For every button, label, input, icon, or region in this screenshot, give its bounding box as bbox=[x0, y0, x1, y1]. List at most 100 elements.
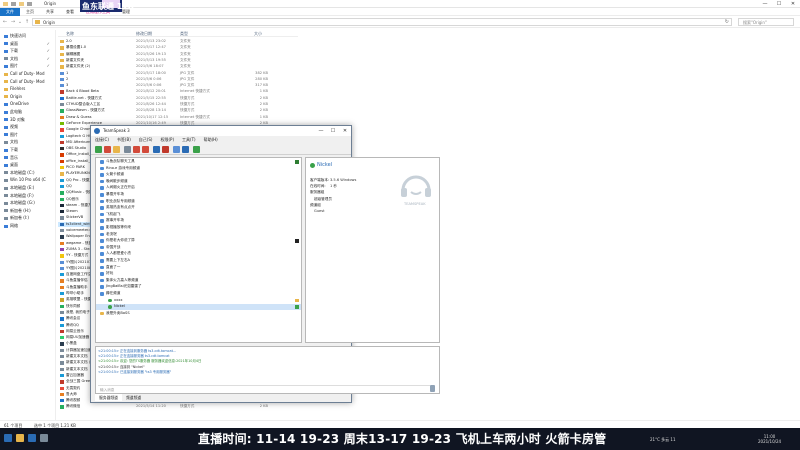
sidebar-item[interactable]: Win 10 Pro x64 (C bbox=[0, 176, 55, 183]
disconnect-icon[interactable] bbox=[104, 146, 111, 153]
ts-menu-item[interactable]: 工具(T) bbox=[178, 136, 200, 143]
channel-row[interactable]: 暴雪开车场 bbox=[96, 192, 301, 198]
channel-row[interactable]: 蹲在频道 bbox=[96, 291, 301, 297]
file-row[interactable]: 2.0 2021/5/13 23:02 文件夹 bbox=[58, 39, 298, 45]
file-row[interactable]: 1 2021/5/17 18:00 JPG 文件 382 KB bbox=[58, 71, 298, 77]
up-arrow-icon[interactable]: ↑ bbox=[24, 19, 30, 25]
back-arrow-icon[interactable]: ← bbox=[2, 19, 8, 25]
channel-row[interactable]: 职业战队专用频道 bbox=[96, 199, 301, 205]
chat-tab[interactable]: 频道频道 bbox=[122, 394, 145, 401]
channel-row[interactable]: 帝国开战 bbox=[96, 245, 301, 251]
channel-row[interactable]: 好玩 bbox=[96, 271, 301, 277]
column-size[interactable]: 大小 bbox=[254, 31, 262, 37]
sidebar-item[interactable]: 文档 bbox=[0, 138, 55, 145]
file-row[interactable]: Back 4 Blood Beta 2021/8/12 20:01 Internet… bbox=[58, 89, 298, 95]
file-row[interactable]: 暴雪设置1.0 2021/5/17 12:47 文件夹 bbox=[58, 45, 298, 51]
channel-row[interactable]: 需要上下左右A bbox=[96, 258, 301, 264]
channel-row[interactable]: 晚间散步频道 bbox=[96, 179, 301, 185]
subscribe-icon[interactable] bbox=[153, 146, 160, 153]
ribbon-tab[interactable]: 主页 bbox=[20, 8, 40, 16]
sidebar-item[interactable]: 图片 ✓ bbox=[0, 62, 55, 69]
away-icon[interactable] bbox=[124, 146, 131, 153]
maximize-button[interactable]: ☐ bbox=[772, 0, 786, 8]
sidebar-item[interactable]: OneDrive bbox=[0, 100, 55, 107]
sidebar-item[interactable]: 桌面 bbox=[0, 161, 55, 168]
sidebar-item[interactable]: 文档 ✓ bbox=[0, 55, 55, 62]
sidebar-item[interactable]: 3D 对象 bbox=[0, 116, 55, 123]
connect-icon[interactable] bbox=[95, 146, 102, 153]
start-icon[interactable] bbox=[4, 434, 12, 442]
channel-row[interactable]: 你是老大你说了算 bbox=[96, 238, 301, 244]
app-task-icon[interactable] bbox=[40, 434, 48, 442]
sidebar-item[interactable]: 新加卷 (I:) bbox=[0, 214, 55, 221]
ts-close-button[interactable]: ✕ bbox=[339, 126, 351, 136]
scrollbar-thumb[interactable] bbox=[430, 385, 435, 392]
sidebar-item[interactable]: 图片 bbox=[0, 131, 55, 138]
sidebar-item[interactable]: 下载 ✓ bbox=[0, 47, 55, 54]
channel-row[interactable]: 集体火力高人等频道 bbox=[96, 278, 301, 284]
channel-row[interactable]: 人人都是爱小杰 bbox=[96, 251, 301, 257]
ts-menu-item[interactable]: 自己(S) bbox=[135, 136, 157, 143]
channel-row[interactable]: Rino.e 游戏专用频道 bbox=[96, 166, 301, 172]
ts-menu-item[interactable]: 权限(P) bbox=[156, 136, 178, 143]
refresh-icon[interactable]: ↻ bbox=[725, 19, 729, 25]
bookmark-icon[interactable] bbox=[113, 146, 120, 153]
properties-icon[interactable] bbox=[11, 2, 16, 6]
minimize-button[interactable]: — bbox=[758, 0, 772, 8]
file-row[interactable]: 腾讯微信 2021/5/14 11:20 快捷方式 2 KB bbox=[58, 404, 298, 410]
channel-row[interactable]: 影视播放等你来 bbox=[96, 225, 301, 231]
ribbon-tab[interactable]: 查看 bbox=[60, 8, 80, 16]
file-row[interactable]: GlassWasm - 快捷方式 2021/8/28 13:14 快捷方式 2 KB bbox=[58, 108, 298, 114]
dropdown-icon[interactable] bbox=[27, 2, 32, 6]
sidebar-item[interactable]: 新加卷 (H:) bbox=[0, 207, 55, 214]
sidebar-item[interactable]: 本地磁盘 (F:) bbox=[0, 192, 55, 199]
ts-maximize-button[interactable]: ☐ bbox=[327, 126, 339, 136]
chat-input[interactable]: 输入消息 bbox=[98, 385, 430, 393]
sidebar-item[interactable]: Call of Duty- Mod bbox=[0, 78, 55, 85]
sidebar-item[interactable]: Origin bbox=[0, 93, 55, 100]
new-folder-icon[interactable] bbox=[19, 2, 24, 6]
forward-arrow-icon[interactable]: → bbox=[10, 19, 16, 25]
search-input[interactable]: 搜索"Origin" bbox=[738, 18, 794, 26]
sidebar-item[interactable]: 本地磁盘 (C:) bbox=[0, 169, 55, 176]
explorer-task-icon[interactable] bbox=[16, 434, 24, 442]
channel-row[interactable]: 人间烟火正在开启 bbox=[96, 185, 301, 191]
ts-menu-item[interactable]: 书签(B) bbox=[113, 136, 135, 143]
file-row[interactable]: CTHUD整合版人工区 2021/8/26 12:44 快捷方式 2 KB bbox=[58, 102, 298, 108]
sidebar-item[interactable]: 视频 bbox=[0, 123, 55, 130]
channel-row[interactable]: 英雄热血有点点开 bbox=[96, 205, 301, 211]
chat-icon[interactable] bbox=[193, 146, 200, 153]
file-row[interactable]: Draw & Guess 2021/10/17 12:15 Internet 快捷方… bbox=[58, 115, 298, 121]
column-date[interactable]: 修改日期 bbox=[136, 31, 152, 37]
sidebar-item[interactable]: 快速访问 bbox=[0, 32, 55, 39]
system-clock[interactable]: 11:00 2021/10/24 bbox=[758, 434, 781, 444]
sidebar-item[interactable]: 音乐 bbox=[0, 154, 55, 161]
chat-tab[interactable]: 服务器频道 bbox=[95, 394, 122, 401]
identity-icon[interactable] bbox=[173, 146, 180, 153]
client-row[interactable]: Nickel bbox=[96, 304, 301, 310]
speaker-mute-icon[interactable] bbox=[142, 146, 149, 153]
file-row[interactable]: 3 2021/5/6 0:06 JPG 文件 317 KB bbox=[58, 83, 298, 89]
channel-row[interactable]: JingBaiBsi光如雷霆了 bbox=[96, 284, 301, 290]
sidebar-item[interactable]: Call of Duty- Mod bbox=[0, 70, 55, 77]
sidebar-item[interactable]: FileVers bbox=[0, 85, 55, 92]
sidebar-item[interactable]: 桌面 ✓ bbox=[0, 40, 55, 47]
ribbon-tab[interactable]: 文件 bbox=[0, 7, 20, 16]
sidebar-item[interactable]: 本地磁盘 (G:) bbox=[0, 199, 55, 206]
chevron-down-icon[interactable]: ⌄ bbox=[17, 19, 23, 25]
file-row[interactable]: 编辑器图 2021/5/26 19:13 文件夹 bbox=[58, 52, 298, 58]
sidebar-item[interactable]: 下载 bbox=[0, 146, 55, 153]
file-row[interactable]: 新建文件夹 2021/5/13 19:55 文件夹 bbox=[58, 58, 298, 64]
channel-row[interactable]: 赛事开车场 bbox=[96, 218, 301, 224]
weather-tray[interactable]: 21°C 多云 11 bbox=[650, 437, 676, 443]
channel-row[interactable]: 老流氓 bbox=[96, 232, 301, 238]
sidebar-item[interactable]: 此电脑 bbox=[0, 108, 55, 115]
teamspeak-task-icon[interactable] bbox=[28, 434, 36, 442]
mic-mute-icon[interactable] bbox=[133, 146, 140, 153]
ts-minimize-button[interactable]: — bbox=[315, 126, 327, 136]
channel-row[interactable]: 直面了一 bbox=[96, 265, 301, 271]
close-button[interactable]: ✕ bbox=[786, 0, 800, 8]
channel-row[interactable]: 飞机起飞 bbox=[96, 212, 301, 218]
channel-row[interactable]: 火箭卡频道 bbox=[96, 172, 301, 178]
channel-row[interactable]: 我是外卖BoSS bbox=[96, 311, 301, 317]
